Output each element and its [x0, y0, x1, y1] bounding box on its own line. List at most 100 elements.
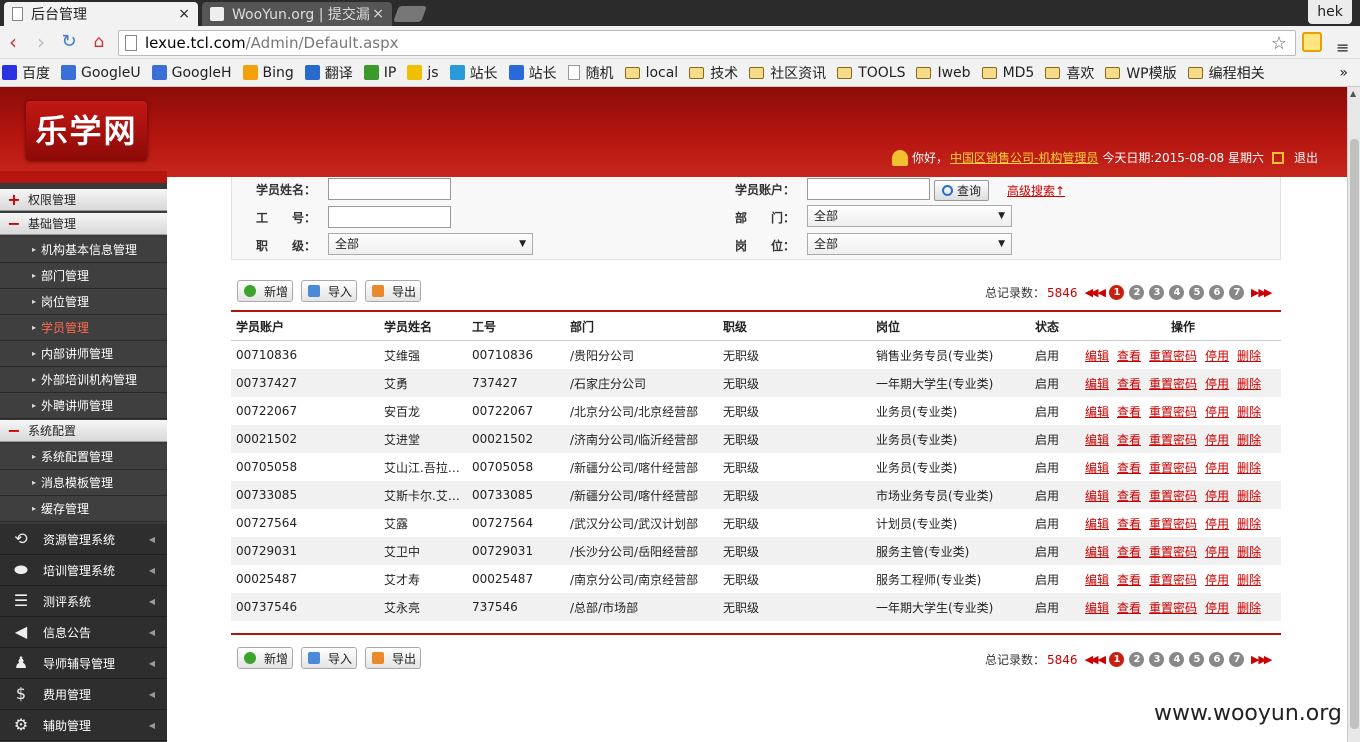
import-button[interactable]: 导入: [301, 647, 357, 669]
bookmark-item[interactable]: TOOLS: [837, 65, 905, 81]
browser-tab-admin[interactable]: 后台管理 ×: [4, 2, 198, 26]
back-icon[interactable]: ‹: [2, 31, 24, 53]
forward-icon[interactable]: ›: [30, 31, 52, 53]
advanced-search-link[interactable]: 高级搜索↑: [1007, 182, 1065, 199]
first-page-icon[interactable]: ◀◀: [1085, 653, 1099, 666]
home-icon[interactable]: ⌂: [88, 31, 110, 53]
page-scrollbar[interactable]: ▲: [1347, 87, 1360, 742]
close-icon[interactable]: ×: [178, 6, 190, 22]
sidebar-system-3[interactable]: ☰ 测评系统 ◀: [0, 586, 167, 617]
view-link[interactable]: 查看: [1117, 403, 1141, 420]
bookmark-item[interactable]: 站长: [508, 63, 557, 83]
reset-password-link[interactable]: 重置密码: [1149, 375, 1197, 392]
page-button[interactable]: 1: [1109, 652, 1125, 667]
view-link[interactable]: 查看: [1117, 487, 1141, 504]
delete-link[interactable]: 删除: [1237, 515, 1261, 532]
edit-link[interactable]: 编辑: [1085, 487, 1109, 504]
reset-password-link[interactable]: 重置密码: [1149, 459, 1197, 476]
sidebar-item[interactable]: ▸ 机构基本信息管理: [0, 237, 167, 263]
delete-link[interactable]: 删除: [1237, 459, 1261, 476]
close-icon[interactable]: ×: [372, 6, 384, 22]
page-button[interactable]: 1: [1109, 285, 1125, 300]
bookmark-item[interactable]: js: [407, 65, 439, 81]
page-button[interactable]: 4: [1169, 285, 1185, 300]
disable-link[interactable]: 停用: [1205, 571, 1229, 588]
position-select[interactable]: 全部 ▼: [807, 233, 1012, 255]
disable-link[interactable]: 停用: [1205, 459, 1229, 476]
scrollbar-thumb[interactable]: [1350, 139, 1359, 729]
name-input[interactable]: [328, 178, 451, 200]
user-link[interactable]: 中国区销售公司-机构管理员: [950, 149, 1098, 166]
sidebar-system-7[interactable]: ⚙ 辅助管理 ◀: [0, 710, 167, 741]
account-input[interactable]: [807, 178, 930, 200]
reset-password-link[interactable]: 重置密码: [1149, 515, 1197, 532]
reset-password-link[interactable]: 重置密码: [1149, 403, 1197, 420]
edit-link[interactable]: 编辑: [1085, 599, 1109, 616]
extension-icon[interactable]: [1302, 32, 1322, 52]
reset-password-link[interactable]: 重置密码: [1149, 347, 1197, 364]
sidebar-group-permissions[interactable]: + 权限管理: [0, 189, 167, 211]
reset-password-link[interactable]: 重置密码: [1149, 543, 1197, 560]
edit-link[interactable]: 编辑: [1085, 543, 1109, 560]
bookmark-item[interactable]: MD5: [981, 65, 1034, 81]
page-button[interactable]: 7: [1229, 285, 1245, 300]
page-button[interactable]: 6: [1209, 652, 1225, 667]
disable-link[interactable]: 停用: [1205, 347, 1229, 364]
page-button[interactable]: 5: [1189, 285, 1205, 300]
edit-link[interactable]: 编辑: [1085, 375, 1109, 392]
next-page-icon[interactable]: ▶: [1251, 286, 1260, 299]
view-link[interactable]: 查看: [1117, 571, 1141, 588]
page-button[interactable]: 6: [1209, 285, 1225, 300]
page-button[interactable]: 4: [1169, 652, 1185, 667]
bookmark-item[interactable]: 随机: [567, 63, 614, 83]
menu-icon[interactable]: ≡: [1336, 38, 1349, 57]
new-tab-button[interactable]: [393, 6, 427, 22]
disable-link[interactable]: 停用: [1205, 431, 1229, 448]
bookmark-item[interactable]: 技术: [689, 63, 738, 83]
delete-link[interactable]: 删除: [1237, 431, 1261, 448]
sidebar-item[interactable]: ▸ 外聘讲师管理: [0, 393, 167, 419]
export-button[interactable]: 导出: [365, 280, 421, 302]
bookmark-item[interactable]: 编程相关: [1187, 63, 1265, 83]
sidebar-item[interactable]: ▸ 部门管理: [0, 263, 167, 289]
page-button[interactable]: 2: [1129, 285, 1145, 300]
delete-link[interactable]: 删除: [1237, 487, 1261, 504]
page-button[interactable]: 3: [1149, 652, 1165, 667]
sidebar-item[interactable]: ▸ 内部讲师管理: [0, 341, 167, 367]
logout-button[interactable]: 退出: [1272, 149, 1318, 166]
bookmark-item[interactable]: GoogleU: [61, 65, 141, 81]
search-button[interactable]: 查询: [934, 180, 989, 201]
export-button[interactable]: 导出: [365, 647, 421, 669]
sidebar-item[interactable]: ▸ 缓存管理: [0, 496, 167, 522]
first-page-icon[interactable]: ◀◀: [1085, 286, 1099, 299]
view-link[interactable]: 查看: [1117, 347, 1141, 364]
sidebar-group-basic[interactable]: − 基础管理: [0, 213, 167, 235]
bookmark-item[interactable]: 翻译: [304, 63, 353, 83]
bookmark-item[interactable]: 社区资讯: [749, 63, 826, 83]
browser-tab-wooyun[interactable]: WooYun.org | 提交漏 ×: [202, 2, 392, 26]
delete-link[interactable]: 删除: [1237, 571, 1261, 588]
sidebar-system-1[interactable]: ⟲ 资源管理系统 ◀: [0, 524, 167, 555]
bookmark-star-icon[interactable]: ☆: [1271, 33, 1287, 54]
profile-badge[interactable]: hek: [1308, 0, 1352, 24]
bookmark-item[interactable]: Bing: [242, 65, 294, 81]
reset-password-link[interactable]: 重置密码: [1149, 571, 1197, 588]
reload-icon[interactable]: ↻: [58, 31, 80, 53]
edit-link[interactable]: 编辑: [1085, 431, 1109, 448]
sidebar-system-6[interactable]: $ 费用管理 ◀: [0, 679, 167, 710]
bookmark-item[interactable]: local: [624, 65, 678, 81]
page-button[interactable]: 7: [1229, 652, 1245, 667]
sidebar-system-4[interactable]: ◀ 信息公告 ◀: [0, 617, 167, 648]
empno-input[interactable]: [328, 206, 451, 228]
prev-page-icon[interactable]: ◀: [1097, 653, 1106, 666]
next-page-icon[interactable]: ▶: [1251, 653, 1260, 666]
view-link[interactable]: 查看: [1117, 599, 1141, 616]
disable-link[interactable]: 停用: [1205, 543, 1229, 560]
bookmark-item[interactable]: 喜欢: [1045, 63, 1094, 83]
bookmark-item[interactable]: IP: [363, 65, 396, 81]
delete-link[interactable]: 删除: [1237, 599, 1261, 616]
add-button[interactable]: 新增: [237, 647, 293, 669]
edit-link[interactable]: 编辑: [1085, 403, 1109, 420]
view-link[interactable]: 查看: [1117, 431, 1141, 448]
page-button[interactable]: 2: [1129, 652, 1145, 667]
